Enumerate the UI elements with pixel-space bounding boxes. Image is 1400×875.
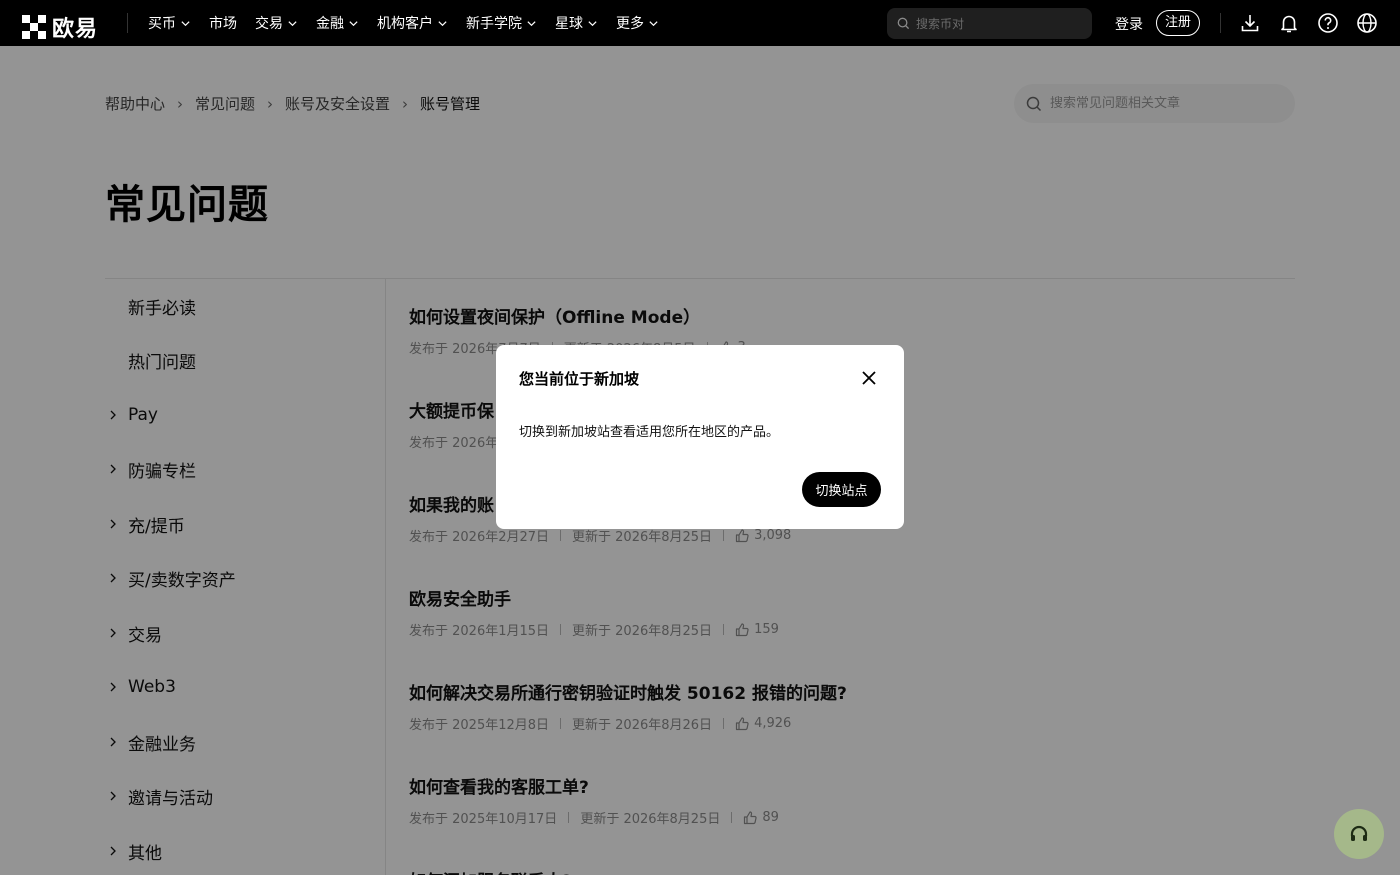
nav-divider: [1220, 13, 1221, 33]
nav-item-planet[interactable]: 星球: [555, 13, 598, 33]
dialog-message: 切换到新加坡站查看适用您所在地区的产品。: [519, 425, 780, 440]
chevron-down-icon: [181, 20, 190, 26]
globe-icon[interactable]: [1356, 12, 1378, 34]
chevron-down-icon: [588, 20, 597, 26]
switch-site-button[interactable]: 切换站点: [802, 472, 881, 507]
support-chat-button[interactable]: [1334, 809, 1384, 859]
chevron-down-icon: [349, 20, 358, 26]
nav-item-academy[interactable]: 新手学院: [466, 13, 537, 33]
nav-item-label: 星球: [555, 16, 583, 32]
dialog-title: 您当前位于新加坡: [519, 370, 640, 388]
nav-item-more[interactable]: 更多: [616, 13, 659, 33]
region-switch-dialog: 您当前位于新加坡 切换到新加坡站查看适用您所在地区的产品。 切换站点: [496, 345, 904, 529]
nav-item-trade[interactable]: 交易: [255, 13, 298, 33]
nav-item-label: 交易: [255, 16, 283, 32]
nav-item-buy[interactable]: 买币: [148, 13, 191, 33]
chevron-down-icon: [527, 20, 536, 26]
top-nav: 欧易 买币 市场 交易 金融 机构客户 新手学院 星球 更多 登录 注册: [0, 0, 1400, 46]
register-button[interactable]: 注册: [1156, 10, 1201, 36]
pair-search-input[interactable]: [916, 16, 1076, 31]
nav-item-label: 金融: [316, 16, 344, 32]
close-icon[interactable]: [861, 370, 877, 386]
nav-item-label: 买币: [148, 16, 176, 32]
chevron-down-icon: [288, 20, 297, 26]
search-icon: [897, 17, 910, 30]
nav-item-institutional[interactable]: 机构客户: [377, 13, 448, 33]
nav-divider: [127, 13, 128, 33]
nav-item-label: 机构客户: [377, 16, 433, 32]
nav-menu: 买币 市场 交易 金融 机构客户 新手学院 星球 更多: [148, 0, 677, 46]
nav-item-finance[interactable]: 金融: [316, 13, 359, 33]
bell-icon[interactable]: [1278, 12, 1300, 34]
nav-item-label: 更多: [616, 16, 644, 32]
brand-name: 欧易: [52, 17, 99, 42]
chevron-down-icon: [649, 20, 658, 26]
chevron-down-icon: [438, 20, 447, 26]
login-link[interactable]: 登录: [1115, 14, 1143, 34]
help-icon[interactable]: [1317, 12, 1339, 34]
headset-icon: [1350, 825, 1368, 841]
logo-icon: [22, 14, 47, 40]
pair-search[interactable]: [887, 8, 1092, 39]
nav-item-label: 新手学院: [466, 16, 522, 32]
nav-item-label: 市场: [209, 16, 237, 32]
nav-item-market[interactable]: 市场: [209, 13, 237, 33]
brand-logo[interactable]: 欧易: [22, 11, 98, 43]
download-icon[interactable]: [1239, 12, 1261, 34]
